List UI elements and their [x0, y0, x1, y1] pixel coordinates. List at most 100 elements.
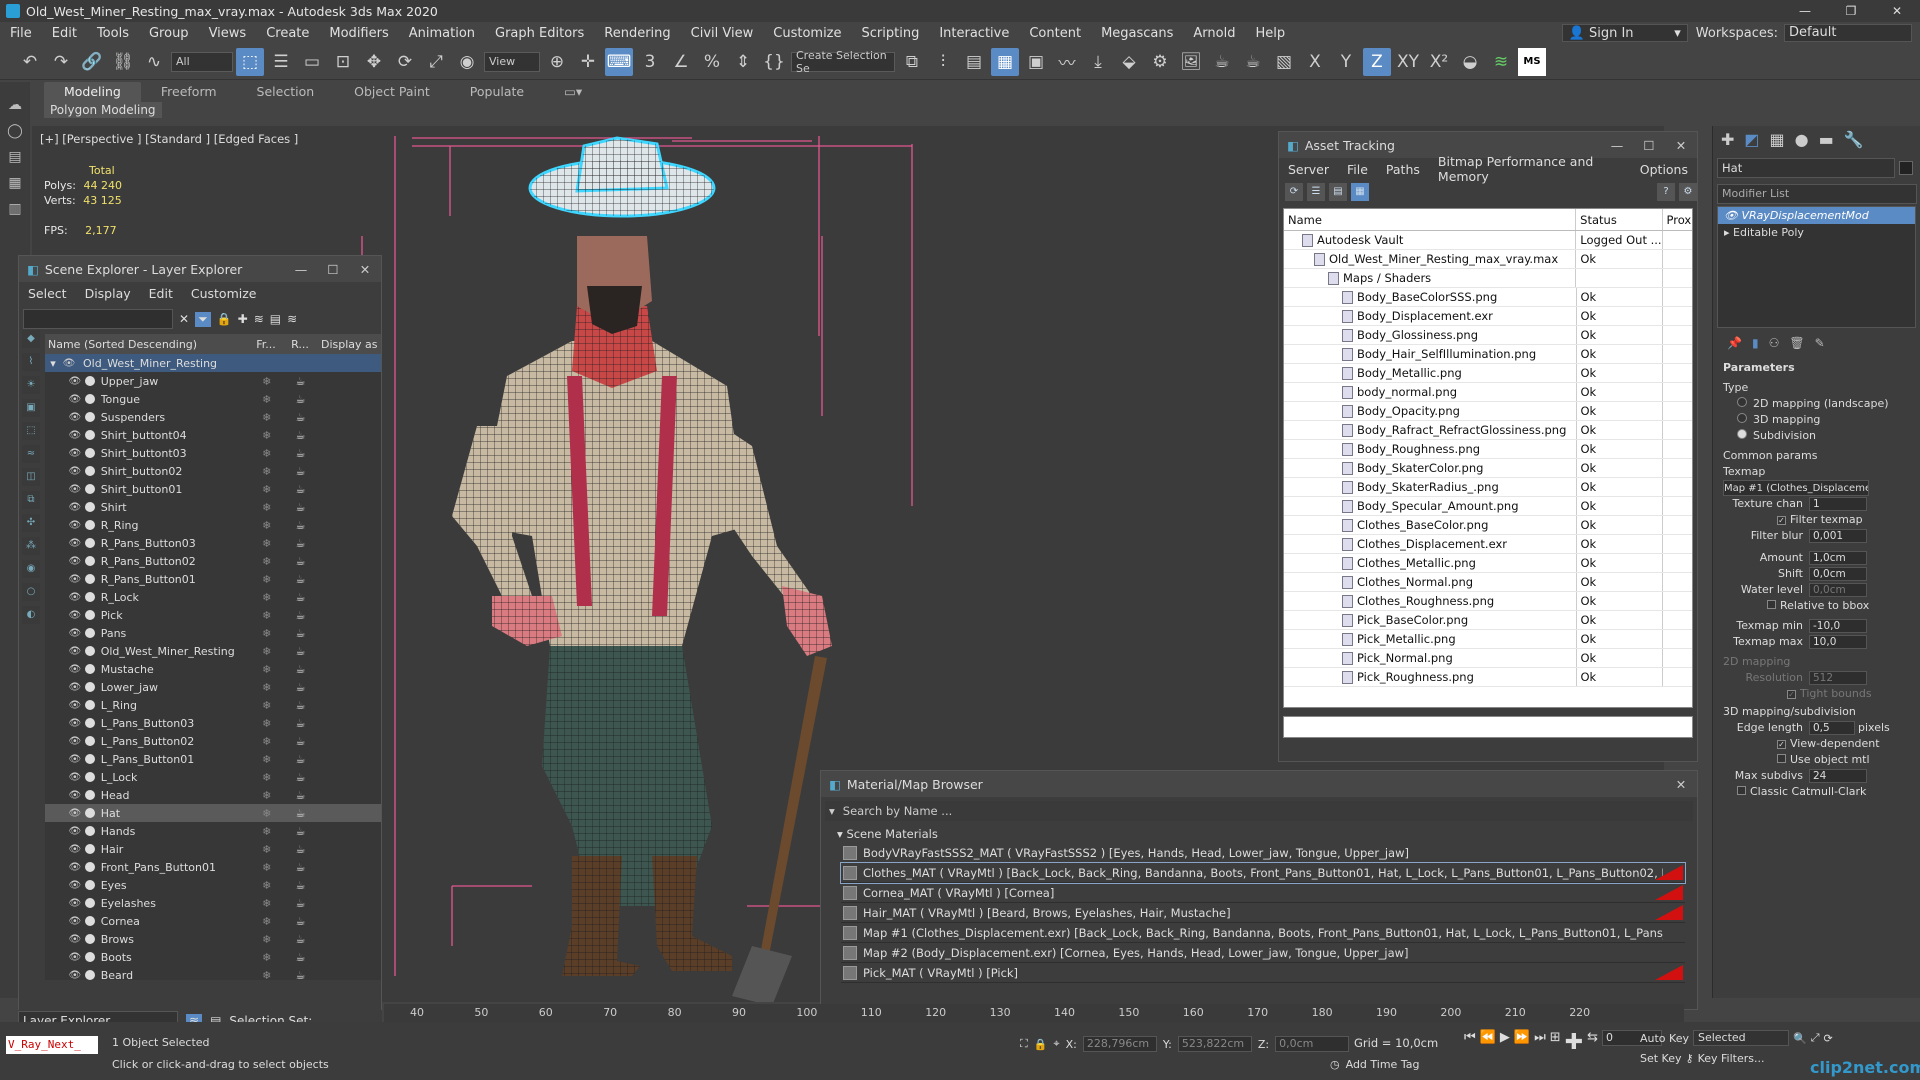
menu-create[interactable]: Create [256, 26, 319, 41]
eye-icon[interactable]: 👁 [67, 376, 83, 387]
place-icon[interactable]: ◉ [453, 48, 481, 76]
reference-coordinate-dropdown[interactable]: View [484, 51, 540, 72]
tab-selection[interactable]: Selection [237, 82, 335, 102]
menu-display[interactable]: Display [76, 286, 140, 301]
expand-icon[interactable]: ▾ [45, 357, 61, 370]
freeze-icon[interactable]: ❄ [250, 537, 284, 550]
remove-modifier-icon[interactable]: 🗑 [1789, 336, 1804, 350]
freeze-icon[interactable]: ❄ [250, 465, 284, 478]
renderable-icon[interactable]: ☕ [284, 573, 318, 586]
orbit-icon[interactable]: ⟳ [1824, 1032, 1833, 1045]
render-production-icon[interactable]: ☕ [1208, 48, 1236, 76]
renderable-icon[interactable]: ☕ [284, 699, 318, 712]
list-item[interactable]: 👁 L_Pans_Button02 ❄ ☕ [45, 732, 381, 750]
menu-modifiers[interactable]: Modifiers [319, 26, 398, 41]
renderable-icon[interactable]: ☕ [284, 537, 318, 550]
eye-icon[interactable]: 👁 [61, 358, 77, 369]
table-row[interactable]: Body_Hair_SelfIllumination.png Ok [1284, 345, 1692, 364]
freeze-icon[interactable]: ❄ [250, 699, 284, 712]
shift-spinner[interactable]: 0,0cm [1809, 567, 1867, 581]
freeze-icon[interactable]: ❄ [250, 501, 284, 514]
freeze-icon[interactable]: ❄ [250, 447, 284, 460]
close-button[interactable]: ✕ [349, 262, 381, 277]
texture-chan-spinner[interactable]: 1 [1809, 497, 1867, 511]
spinner-snap-icon[interactable]: ⇕ [729, 48, 757, 76]
menu-server[interactable]: Server [1279, 162, 1338, 177]
absolute-mode-icon[interactable]: ⌖ [1053, 1037, 1059, 1051]
eye-icon[interactable]: 👁 [67, 538, 83, 549]
grid-icon[interactable]: ▥ [4, 198, 26, 220]
list-item[interactable]: 👁 Shirt_buttont03 ❄ ☕ [45, 444, 381, 462]
column-name[interactable]: Name (Sorted Descending) [45, 338, 249, 351]
list-item[interactable]: 👁 Beard ❄ ☕ [45, 966, 381, 980]
set-key-button[interactable]: Set Key [1640, 1052, 1682, 1065]
freeze-icon[interactable]: ❄ [250, 861, 284, 874]
selected-dropdown[interactable]: Selected [1692, 1030, 1789, 1046]
table-row[interactable]: Maps / Shaders [1284, 269, 1692, 288]
menu-rendering[interactable]: Rendering [594, 26, 680, 41]
renderable-icon[interactable]: ☕ [284, 447, 318, 460]
detail-view-icon[interactable]: ▤ [1329, 183, 1347, 201]
renderable-icon[interactable]: ☕ [284, 429, 318, 442]
menu-content[interactable]: Content [1019, 26, 1091, 41]
axis-y-button[interactable]: Y [1332, 48, 1360, 76]
list-item[interactable]: 👁 Shirt_button01 ❄ ☕ [45, 480, 381, 498]
go-to-end-icon[interactable]: ⏭ [1534, 1030, 1546, 1076]
pin-stack-icon[interactable]: 📌 [1727, 336, 1742, 350]
list-item[interactable]: 👁 Pans ❄ ☕ [45, 624, 381, 642]
layer-move-icon[interactable]: ▤ [270, 312, 281, 326]
material-item[interactable]: Map #1 (Clothes_Displacement.exr) [Back_… [841, 923, 1685, 943]
vray-teapot-icon[interactable]: ◒ [1456, 48, 1484, 76]
renderable-icon[interactable]: ☕ [284, 663, 318, 676]
expand-icon[interactable]: ▸ [1724, 226, 1733, 239]
link-icon[interactable]: 🔗 [78, 48, 106, 76]
freeze-icon[interactable]: ❄ [250, 609, 284, 622]
freeze-icon[interactable]: ❄ [250, 483, 284, 496]
menu-civil-view[interactable]: Civil View [681, 26, 764, 41]
renderable-icon[interactable]: ☕ [284, 501, 318, 514]
table-row[interactable]: Autodesk Vault Logged Out ... [1284, 231, 1692, 250]
menu-megascans[interactable]: Megascans [1091, 26, 1183, 41]
close-button[interactable]: ✕ [1874, 0, 1920, 22]
table-row[interactable]: Pick_BaseColor.png Ok [1284, 611, 1692, 630]
renderable-icon[interactable]: ☕ [284, 411, 318, 424]
renderable-icon[interactable]: ☕ [284, 645, 318, 658]
eye-icon[interactable]: 👁 [67, 862, 83, 873]
table-row[interactable]: Body_Rafract_RefractGlossiness.png Ok [1284, 421, 1692, 440]
chevron-down-icon[interactable]: ▾ [829, 804, 835, 818]
list-item[interactable]: 👁 Hair ❄ ☕ [45, 840, 381, 858]
display-xrefs-icon[interactable]: ⧉ [22, 491, 40, 509]
set-key-big-icon[interactable]: ✚ [1565, 1030, 1583, 1076]
renderable-icon[interactable]: ☕ [284, 393, 318, 406]
freeze-icon[interactable]: ❄ [250, 573, 284, 586]
menu-scripting[interactable]: Scripting [852, 26, 930, 41]
list-item[interactable]: 👁 R_Lock ❄ ☕ [45, 588, 381, 606]
renderable-icon[interactable]: ☕ [284, 753, 318, 766]
eye-icon[interactable]: 👁 [67, 466, 83, 477]
table-row[interactable]: Clothes_Normal.png Ok [1284, 573, 1692, 592]
list-item[interactable]: 👁 Hands ❄ ☕ [45, 822, 381, 840]
named-selection-sets-dropdown[interactable]: Create Selection Se [791, 49, 895, 75]
rendered-frame-window-icon[interactable]: 🖼 [1177, 48, 1205, 76]
eye-icon[interactable]: 👁 [67, 970, 83, 981]
table-row[interactable]: Body_Glossiness.png Ok [1284, 326, 1692, 345]
eye-icon[interactable]: 👁 [67, 934, 83, 945]
tab-freeform[interactable]: Freeform [141, 82, 237, 102]
eye-icon[interactable]: 👁 [67, 520, 83, 531]
workspace-select[interactable]: Default [1784, 24, 1912, 42]
eye-icon[interactable]: 👁 [67, 628, 83, 639]
freeze-icon[interactable]: ❄ [250, 753, 284, 766]
freeze-icon[interactable]: ❄ [250, 933, 284, 946]
display-none-icon[interactable]: ○ [22, 583, 40, 601]
ribbon-options-icon[interactable]: ▭▾ [544, 82, 602, 102]
freeze-icon[interactable]: ❄ [250, 717, 284, 730]
eye-icon[interactable]: 👁 [67, 844, 83, 855]
redo-icon[interactable]: ↷ [47, 48, 75, 76]
layers-icon[interactable]: ≋ [287, 312, 297, 326]
add-time-tag[interactable]: ◷ Add Time Tag [1330, 1058, 1419, 1071]
sphere-icon[interactable]: ◯ [4, 120, 26, 142]
list-view-icon[interactable]: ☰ [1307, 183, 1325, 201]
filter-blur-spinner[interactable]: 0,001 [1809, 529, 1867, 543]
edit-named-selection-icon[interactable]: {} [760, 48, 788, 76]
bind-space-warp-icon[interactable]: ∿ [140, 48, 168, 76]
